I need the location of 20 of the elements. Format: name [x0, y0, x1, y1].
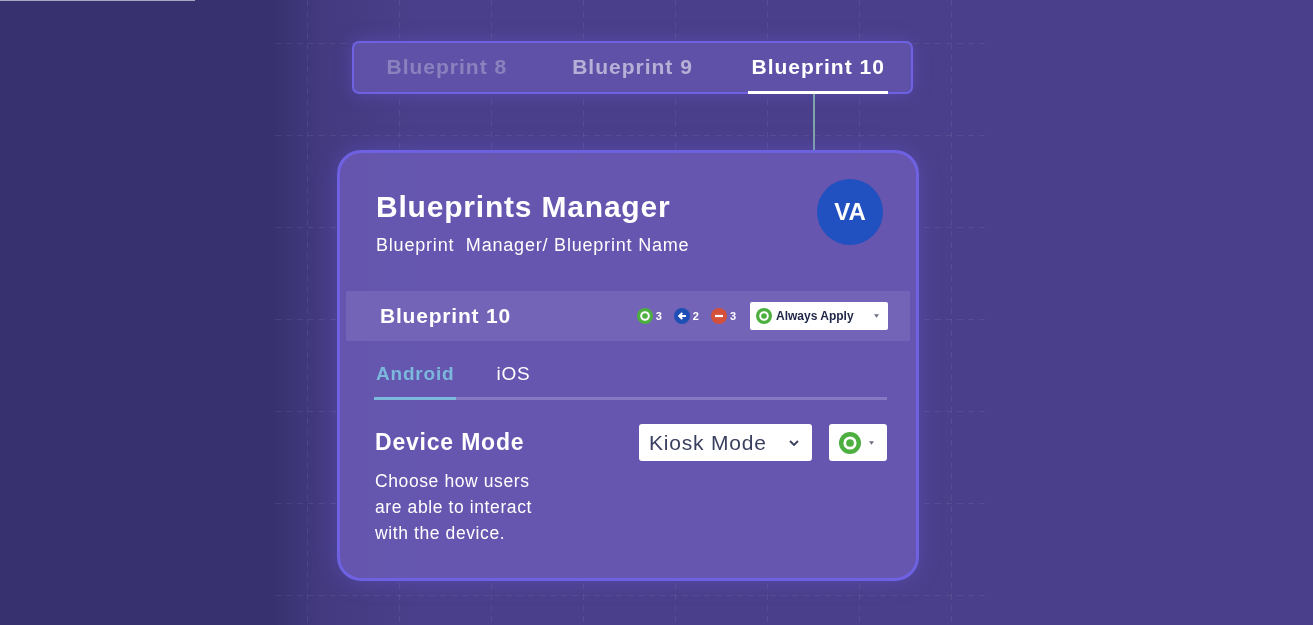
platform-tab[interactable]: iOS [494, 362, 533, 400]
blueprint-tab[interactable]: Blueprint 10 [748, 43, 888, 94]
caret-icon [869, 440, 874, 445]
connector-line [813, 94, 815, 150]
blueprint-name: Blueprint 10 [380, 304, 511, 328]
count-label: 3 [729, 310, 736, 322]
status-dropdown[interactable] [829, 424, 887, 461]
ring-icon [839, 431, 861, 454]
count-label: 3 [655, 310, 662, 322]
ring-icon [756, 308, 772, 324]
breadcrumb-text: Blueprint Manager/ Blueprint Name [376, 234, 690, 256]
apply-dropdown[interactable]: Always Apply [750, 302, 888, 330]
chevron-down-icon [789, 439, 799, 446]
user-avatar[interactable]: VA [817, 179, 883, 245]
mode-dropdown[interactable]: Kiosk Mode [639, 424, 812, 461]
setting-title: Device Mode [375, 428, 526, 456]
count-label: 2 [692, 310, 699, 322]
setting-description: Choose how users are able to interact with the device. [375, 470, 533, 545]
caret-icon [874, 314, 879, 318]
page-title: Blueprints Manager [376, 190, 672, 224]
